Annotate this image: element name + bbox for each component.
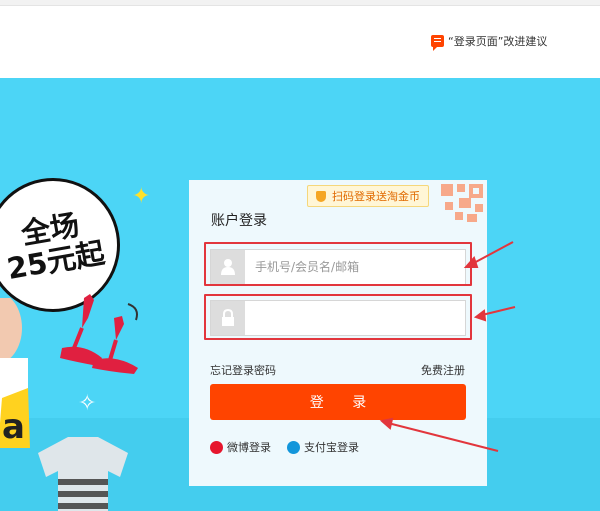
star-outline-icon: ✧ (78, 391, 97, 416)
model-illustration: a (0, 298, 30, 448)
shirt-illustration (38, 437, 128, 511)
qr-code-icon[interactable] (437, 180, 487, 224)
star-decoration-icon: ✦ (132, 184, 151, 209)
shield-icon (316, 190, 326, 202)
register-link[interactable]: 免费注册 (421, 362, 465, 378)
svg-text:a: a (2, 407, 25, 447)
panel-title: 账户登录 (211, 213, 267, 229)
alipay-login-link[interactable]: 支付宝登录 (287, 439, 359, 455)
login-button[interactable]: 登 录 (210, 384, 466, 420)
feedback-icon (431, 35, 444, 51)
qr-tag-label: 扫码登录送淘金币 (332, 190, 420, 203)
forgot-password-link[interactable]: 忘记登录密码 (210, 362, 276, 378)
promo-line-2: 25元起 (4, 235, 108, 287)
feedback-link[interactable]: “登录页面”改进建议 (431, 33, 548, 51)
weibo-login-link[interactable]: 微博登录 (210, 439, 271, 455)
username-highlight-box (204, 242, 472, 286)
password-highlight-box (204, 294, 472, 340)
feedback-text: “登录页面”改进建议 (448, 35, 548, 48)
alipay-login-label: 支付宝登录 (304, 441, 359, 454)
alipay-icon (287, 440, 300, 454)
weibo-icon (210, 440, 223, 454)
shoes-illustration (60, 294, 138, 374)
weibo-login-label: 微博登录 (227, 441, 271, 454)
top-border (0, 0, 600, 6)
qr-login-tag[interactable]: 扫码登录送淘金币 (307, 185, 429, 207)
